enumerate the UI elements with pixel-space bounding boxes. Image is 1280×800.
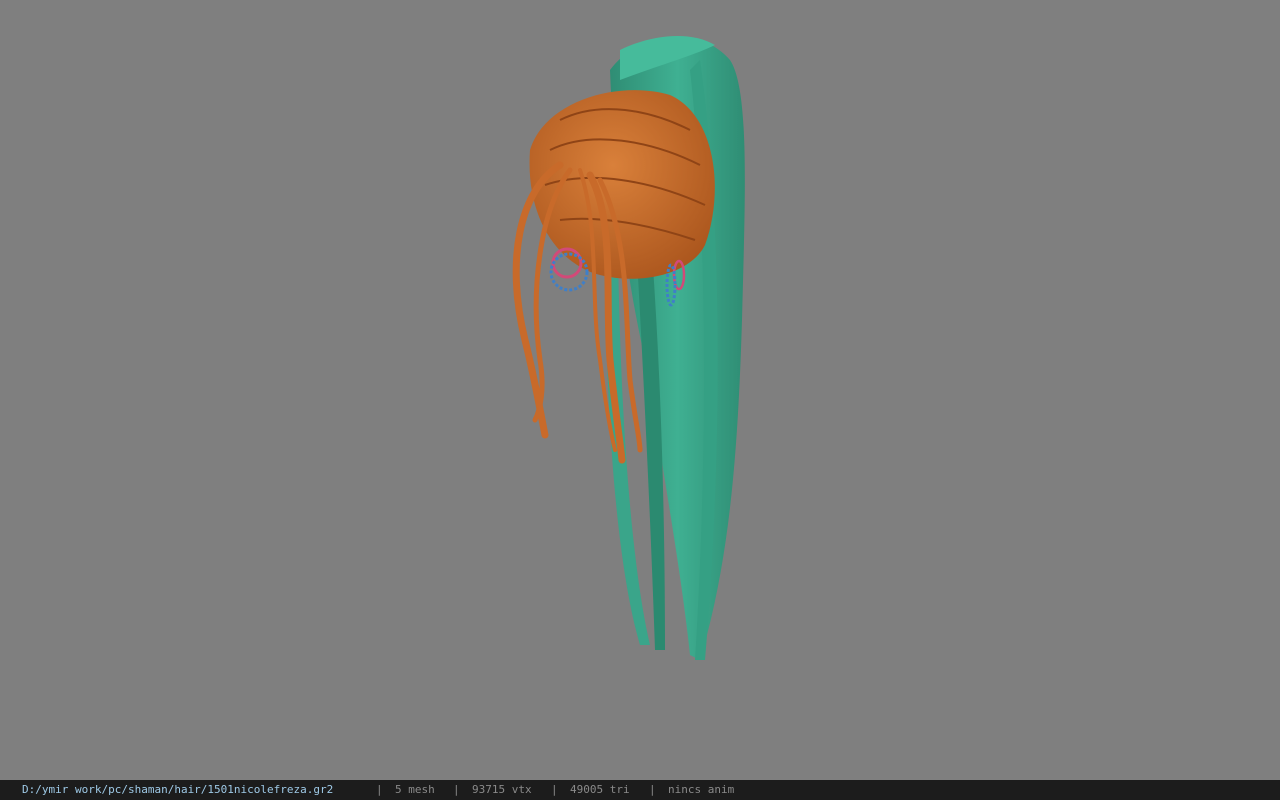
status-separator: | <box>551 783 558 796</box>
status-separator: | <box>453 783 460 796</box>
vertex-count: 93715 vtx <box>472 783 532 796</box>
status-bar: D:/ymir work/pc/shaman/hair/1501nicolefr… <box>0 780 1280 800</box>
3d-viewport[interactable] <box>0 0 1280 780</box>
mesh-count: 5 mesh <box>395 783 435 796</box>
triangle-count: 49005 tri <box>570 783 630 796</box>
animation-status: nincs anim <box>668 783 735 796</box>
status-separator: | <box>649 783 656 796</box>
hair-model-render <box>512 35 745 661</box>
status-separator: | <box>376 783 383 796</box>
model-file-path: D:/ymir work/pc/shaman/hair/1501nicolefr… <box>22 783 334 796</box>
